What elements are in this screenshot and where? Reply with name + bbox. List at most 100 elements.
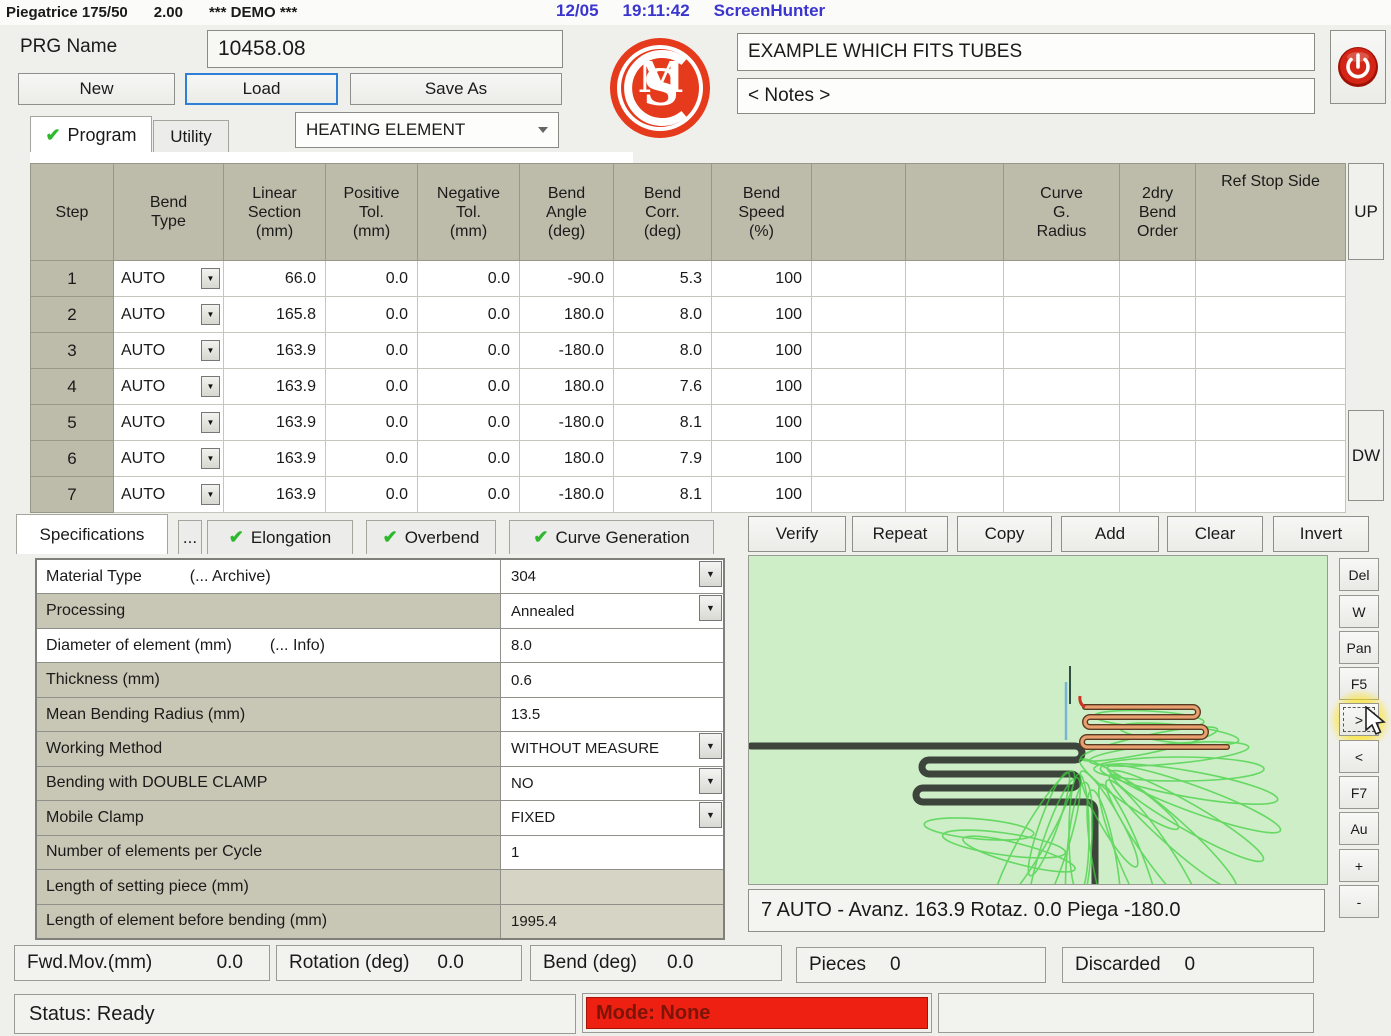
load-button[interactable]: Load bbox=[185, 73, 338, 105]
double-clamp-select[interactable]: NO▼ bbox=[501, 767, 723, 800]
bend-type-dropdown-icon[interactable]: ▼ bbox=[201, 268, 220, 289]
bend-angle-cell[interactable]: -180.0 bbox=[520, 405, 614, 441]
diameter-input[interactable]: 8.0 bbox=[501, 629, 723, 662]
tab-utility[interactable]: Utility bbox=[153, 120, 229, 153]
bend-type-cell[interactable]: AUTO▼ bbox=[114, 297, 224, 333]
tab-more[interactable]: ... bbox=[178, 520, 202, 554]
bend-angle-cell[interactable]: 180.0 bbox=[520, 369, 614, 405]
bend-type-cell[interactable]: AUTO▼ bbox=[114, 369, 224, 405]
bend-type-dropdown-icon[interactable]: ▼ bbox=[201, 376, 220, 397]
bend-corr-cell[interactable]: 7.9 bbox=[614, 441, 712, 477]
copy-button[interactable]: Copy bbox=[957, 516, 1052, 552]
bend-speed-cell[interactable]: 100 bbox=[712, 369, 812, 405]
bend-type-dropdown-icon[interactable]: ▼ bbox=[201, 304, 220, 325]
program-type-select[interactable]: HEATING ELEMENT bbox=[295, 112, 559, 148]
negative-tol-cell[interactable]: 0.0 bbox=[418, 297, 520, 333]
tab-curve-generation[interactable]: ✔ Curve Generation bbox=[509, 520, 714, 554]
positive-tol-cell[interactable]: 0.0 bbox=[326, 369, 418, 405]
negative-tol-cell[interactable]: 0.0 bbox=[418, 333, 520, 369]
positive-tol-cell[interactable]: 0.0 bbox=[326, 477, 418, 513]
delete-button[interactable]: Del bbox=[1339, 558, 1379, 591]
tab-overbend[interactable]: ✔ Overbend bbox=[366, 520, 496, 554]
dropdown-icon[interactable]: ▼ bbox=[699, 733, 722, 759]
bend-angle-cell[interactable]: 180.0 bbox=[520, 297, 614, 333]
tab-elongation[interactable]: ✔ Elongation bbox=[207, 520, 353, 554]
verify-button[interactable]: Verify bbox=[748, 516, 846, 552]
linear-section-cell[interactable]: 163.9 bbox=[224, 405, 326, 441]
save-as-button[interactable]: Save As bbox=[350, 73, 562, 105]
bend-type-cell[interactable]: AUTO▼ bbox=[114, 441, 224, 477]
pan-button[interactable]: Pan bbox=[1339, 631, 1379, 664]
positive-tol-cell[interactable]: 0.0 bbox=[326, 405, 418, 441]
dropdown-icon[interactable]: ▼ bbox=[699, 595, 722, 621]
negative-tol-cell[interactable]: 0.0 bbox=[418, 441, 520, 477]
dropdown-icon[interactable]: ▼ bbox=[699, 561, 722, 587]
new-button[interactable]: New bbox=[18, 73, 175, 105]
material-type-select[interactable]: 304▼ bbox=[501, 560, 723, 593]
thickness-input[interactable]: 0.6 bbox=[501, 663, 723, 696]
bend-type-dropdown-icon[interactable]: ▼ bbox=[201, 412, 220, 433]
negative-tol-cell[interactable]: 0.0 bbox=[418, 369, 520, 405]
linear-section-cell[interactable]: 163.9 bbox=[224, 333, 326, 369]
step-back-button[interactable]: < bbox=[1339, 740, 1379, 773]
bend-type-dropdown-icon[interactable]: ▼ bbox=[201, 340, 220, 361]
bend-speed-cell[interactable]: 100 bbox=[712, 261, 812, 297]
bend-angle-cell[interactable]: -90.0 bbox=[520, 261, 614, 297]
bend-corr-cell[interactable]: 8.0 bbox=[614, 333, 712, 369]
info-link[interactable]: (... Info) bbox=[270, 637, 325, 655]
clear-button[interactable]: Clear bbox=[1167, 516, 1263, 552]
bend-type-dropdown-icon[interactable]: ▼ bbox=[201, 448, 220, 469]
bend-type-cell[interactable]: AUTO▼ bbox=[114, 405, 224, 441]
linear-section-cell[interactable]: 66.0 bbox=[224, 261, 326, 297]
bend-speed-cell[interactable]: 100 bbox=[712, 477, 812, 513]
linear-section-cell[interactable]: 163.9 bbox=[224, 369, 326, 405]
bend-speed-cell[interactable]: 100 bbox=[712, 297, 812, 333]
description-field[interactable]: EXAMPLE WHICH FITS TUBES bbox=[737, 33, 1315, 71]
dropdown-icon[interactable]: ▼ bbox=[699, 768, 722, 794]
table-row[interactable]: 2 AUTO▼ 165.8 0.0 0.0 180.0 8.0 100 bbox=[31, 297, 1346, 333]
bend-angle-cell[interactable]: 180.0 bbox=[520, 441, 614, 477]
zoom-in-button[interactable]: + bbox=[1339, 849, 1379, 882]
f7-button[interactable]: F7 bbox=[1339, 776, 1379, 809]
table-row[interactable]: 7 AUTO▼ 163.9 0.0 0.0 -180.0 8.1 100 bbox=[31, 477, 1346, 513]
bend-type-dropdown-icon[interactable]: ▼ bbox=[201, 484, 220, 505]
mobile-clamp-select[interactable]: FIXED▼ bbox=[501, 801, 723, 834]
processing-select[interactable]: Annealed▼ bbox=[501, 594, 723, 627]
bend-corr-cell[interactable]: 8.1 bbox=[614, 477, 712, 513]
linear-section-cell[interactable]: 163.9 bbox=[224, 441, 326, 477]
negative-tol-cell[interactable]: 0.0 bbox=[418, 477, 520, 513]
linear-section-cell[interactable]: 165.8 bbox=[224, 297, 326, 333]
invert-button[interactable]: Invert bbox=[1273, 516, 1369, 552]
table-row[interactable]: 4 AUTO▼ 163.9 0.0 0.0 180.0 7.6 100 bbox=[31, 369, 1346, 405]
table-row[interactable]: 1 AUTO▼ 66.0 0.0 0.0 -90.0 5.3 100 bbox=[31, 261, 1346, 297]
positive-tol-cell[interactable]: 0.0 bbox=[326, 261, 418, 297]
bend-speed-cell[interactable]: 100 bbox=[712, 405, 812, 441]
bend-corr-cell[interactable]: 8.0 bbox=[614, 297, 712, 333]
row-down-button[interactable]: DW bbox=[1348, 410, 1384, 501]
bend-type-cell[interactable]: AUTO▼ bbox=[114, 333, 224, 369]
wireframe-button[interactable]: W bbox=[1339, 595, 1379, 628]
zoom-out-button[interactable]: - bbox=[1339, 885, 1379, 918]
f5-button[interactable]: F5 bbox=[1339, 667, 1379, 700]
mean-bending-radius-input[interactable]: 13.5 bbox=[501, 698, 723, 731]
linear-section-cell[interactable]: 163.9 bbox=[224, 477, 326, 513]
bend-angle-cell[interactable]: -180.0 bbox=[520, 477, 614, 513]
auto-button[interactable]: Au bbox=[1339, 812, 1379, 845]
repeat-button[interactable]: Repeat bbox=[852, 516, 948, 552]
table-row[interactable]: 3 AUTO▼ 163.9 0.0 0.0 -180.0 8.0 100 bbox=[31, 333, 1346, 369]
table-row[interactable]: 6 AUTO▼ 163.9 0.0 0.0 180.0 7.9 100 bbox=[31, 441, 1346, 477]
tab-specifications[interactable]: Specifications bbox=[16, 514, 168, 554]
tab-program[interactable]: ✔ Program bbox=[30, 116, 152, 153]
positive-tol-cell[interactable]: 0.0 bbox=[326, 297, 418, 333]
negative-tol-cell[interactable]: 0.0 bbox=[418, 405, 520, 441]
bend-angle-cell[interactable]: -180.0 bbox=[520, 333, 614, 369]
bend-corr-cell[interactable]: 7.6 bbox=[614, 369, 712, 405]
elements-per-cycle-input[interactable]: 1 bbox=[501, 836, 723, 869]
bend-corr-cell[interactable]: 5.3 bbox=[614, 261, 712, 297]
table-row[interactable]: 5 AUTO▼ 163.9 0.0 0.0 -180.0 8.1 100 bbox=[31, 405, 1346, 441]
negative-tol-cell[interactable]: 0.0 bbox=[418, 261, 520, 297]
working-method-select[interactable]: WITHOUT MEASURE▼ bbox=[501, 732, 723, 765]
row-up-button[interactable]: UP bbox=[1348, 163, 1384, 260]
archive-link[interactable]: (... Archive) bbox=[190, 568, 271, 586]
positive-tol-cell[interactable]: 0.0 bbox=[326, 441, 418, 477]
